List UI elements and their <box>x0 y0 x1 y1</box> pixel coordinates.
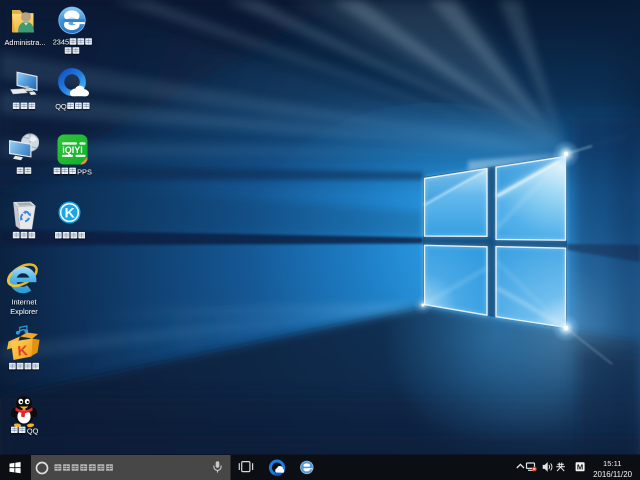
svg-text:2345: 2345 <box>53 38 69 47</box>
svg-text:15:11: 15:11 <box>603 459 621 468</box>
svg-text:K: K <box>17 342 28 359</box>
svg-text:2016/11/20: 2016/11/20 <box>593 470 633 479</box>
svg-text:PPS: PPS <box>77 167 92 176</box>
svg-text:iQIYI: iQIYI <box>62 145 83 155</box>
svg-text:Internet: Internet <box>11 297 36 306</box>
svg-text:QQ: QQ <box>27 426 39 435</box>
svg-text:Administra...: Administra... <box>4 38 45 47</box>
svg-text:QQ: QQ <box>55 102 67 111</box>
svg-text:Explorer: Explorer <box>10 307 38 316</box>
svg-text:M: M <box>577 462 583 471</box>
svg-text:K: K <box>65 205 75 221</box>
